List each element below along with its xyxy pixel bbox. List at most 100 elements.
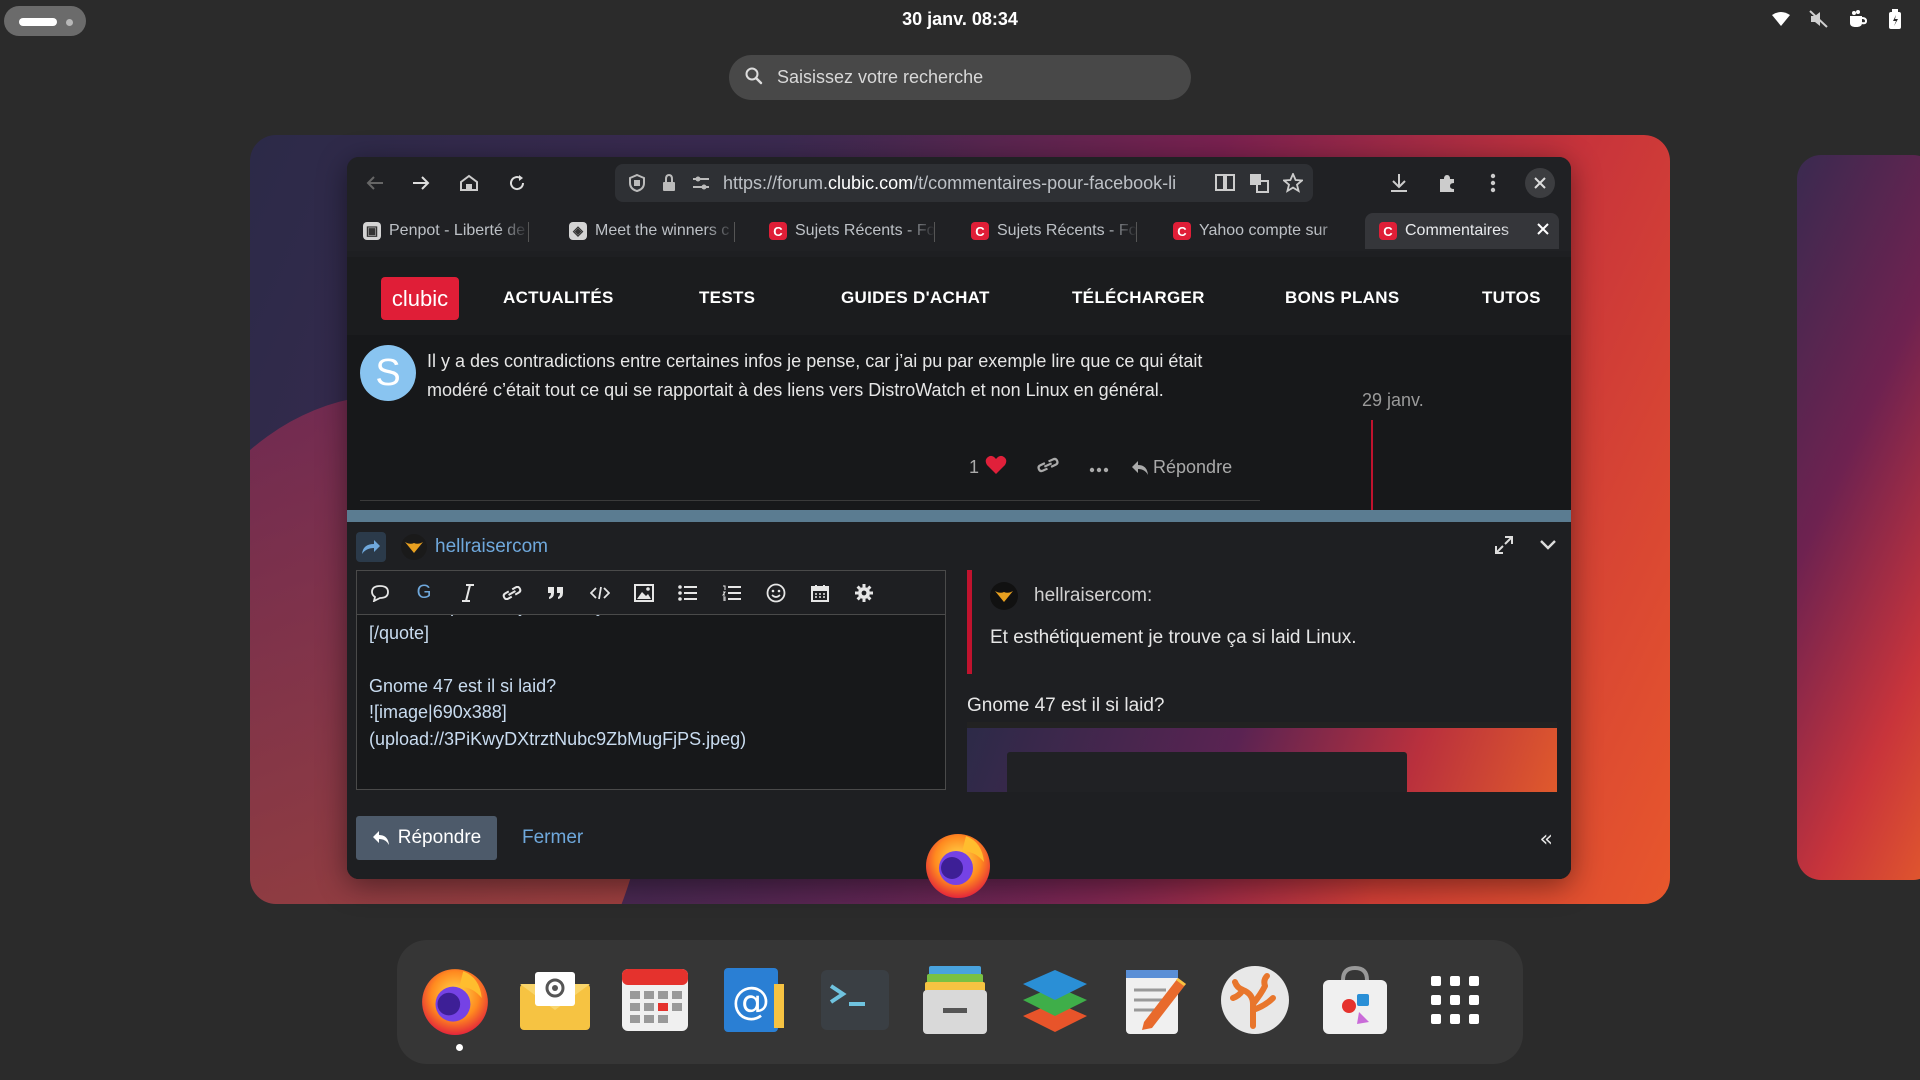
cup-icon[interactable]: [1846, 8, 1868, 30]
search-icon: [745, 67, 763, 89]
post-actions: 1 Répondre: [969, 455, 1232, 480]
clock[interactable]: 30 janv. 08:34: [860, 9, 1060, 30]
coral-app-icon[interactable]: [1217, 962, 1293, 1038]
url-text[interactable]: https://forum.clubic.com/t/commentaires-…: [723, 173, 1203, 194]
preview-pane: hellraisercom: Et esthétiquement je trou…: [967, 570, 1557, 792]
tab-fade: [1107, 213, 1137, 249]
back-icon[interactable]: [363, 171, 387, 195]
tab-fade: [705, 213, 735, 249]
site-settings-icon[interactable]: [691, 173, 711, 193]
quote-text: Et esthétiquement je trouve ça si laid L…: [990, 627, 1357, 648]
text-editor-icon[interactable]: [1117, 962, 1193, 1038]
close-tab-icon[interactable]: [1537, 222, 1549, 240]
tab-commentaires[interactable]: C Commentaires: [1365, 213, 1559, 249]
nav-actualites[interactable]: ACTUALITÉS: [503, 288, 614, 308]
reader-view-icon[interactable]: [1215, 173, 1235, 197]
calendar-icon[interactable]: [617, 962, 693, 1038]
nav-tests[interactable]: TESTS: [699, 288, 755, 308]
software-store-icon[interactable]: [1317, 962, 1393, 1038]
emoji-icon[interactable]: [765, 582, 787, 604]
browser-window[interactable]: https://forum.clubic.com/t/commentaires-…: [347, 157, 1571, 879]
close-composer-button[interactable]: Fermer: [522, 827, 583, 849]
email-client-icon[interactable]: @: [717, 962, 793, 1038]
office-icon[interactable]: [1017, 962, 1093, 1038]
system-tray[interactable]: [1770, 8, 1906, 30]
battery-icon[interactable]: [1884, 8, 1906, 30]
next-workspace-thumbnail[interactable]: [1797, 155, 1920, 880]
numbered-list-icon[interactable]: [721, 582, 743, 604]
speaker-muted-icon[interactable]: [1808, 8, 1830, 30]
extensions-icon[interactable]: [1435, 171, 1459, 195]
composer-controls: [1495, 536, 1557, 558]
terminal-icon[interactable]: [817, 962, 893, 1038]
bullet-list-icon[interactable]: [677, 582, 699, 604]
web-page: clubic ACTUALITÉS TESTS GUIDES D'ACHAT T…: [347, 257, 1571, 879]
editor[interactable]: G Et esthétiquement je trouve ça si laid…: [356, 570, 946, 790]
activities-button[interactable]: [4, 6, 86, 36]
tab-meet-the-winners[interactable]: ◈ Meet the winners c: [569, 213, 735, 249]
preview-text: Gnome 47 est il si laid?: [967, 695, 1165, 716]
speech-bubble-icon[interactable]: [369, 582, 391, 604]
tab-penpot[interactable]: ▣ Penpot - Liberté de: [363, 213, 529, 249]
tab-yahoo[interactable]: C Yahoo compte sur: [1173, 213, 1347, 249]
menu-icon[interactable]: [1481, 171, 1505, 195]
chevron-down-icon[interactable]: [1539, 536, 1557, 558]
quote-icon[interactable]: [545, 582, 567, 604]
italic-icon[interactable]: [457, 582, 479, 604]
collapse-preview-button[interactable]: «: [1540, 827, 1553, 852]
reply-button[interactable]: Répondre: [1131, 457, 1232, 478]
post-date[interactable]: 29 janv.: [1362, 390, 1424, 411]
tab-label: Yahoo compte sur: [1199, 222, 1328, 239]
submit-reply-button[interactable]: Répondre: [356, 816, 497, 860]
files-icon[interactable]: [917, 962, 993, 1038]
composer-resize-handle[interactable]: [347, 510, 1571, 522]
tab-fade: [1501, 213, 1531, 249]
reload-icon[interactable]: [505, 171, 529, 195]
avatar[interactable]: S: [360, 345, 416, 401]
download-icon[interactable]: [1387, 171, 1411, 195]
calendar-icon[interactable]: [809, 582, 831, 604]
link-icon[interactable]: [1037, 457, 1059, 478]
username: hellraisercom: [435, 536, 548, 557]
close-window-icon[interactable]: [1525, 168, 1555, 198]
dock: @: [397, 940, 1523, 1064]
reply-composer: hellraisercom G [/quote] Gnome 47 est il…: [347, 522, 1571, 879]
tab-sujets-recents-2[interactable]: C Sujets Récents - Fo: [971, 213, 1137, 249]
tab-separator: [734, 222, 735, 242]
nav-tutos[interactable]: TUTOS: [1482, 288, 1541, 308]
firefox-icon[interactable]: [417, 962, 493, 1038]
gear-icon[interactable]: [853, 582, 875, 604]
wifi-icon[interactable]: [1770, 8, 1792, 30]
forum-post: S Il y a des contradictions entre certai…: [347, 335, 1571, 515]
expand-icon[interactable]: [1495, 536, 1513, 558]
reply-to-icon[interactable]: [356, 532, 386, 562]
mail-icon[interactable]: [517, 962, 593, 1038]
lock-icon[interactable]: [659, 173, 679, 193]
clubic-logo[interactable]: clubic: [381, 277, 459, 320]
link-icon[interactable]: [501, 582, 523, 604]
overview-search-field[interactable]: Saisissez votre recherche: [729, 55, 1191, 100]
forward-icon[interactable]: [409, 171, 433, 195]
more-icon[interactable]: [1089, 457, 1109, 478]
translate-icon[interactable]: [1249, 173, 1269, 197]
star-icon[interactable]: [1281, 171, 1305, 197]
nav-guides-achat[interactable]: GUIDES D'ACHAT: [841, 288, 990, 308]
code-icon[interactable]: [589, 582, 611, 604]
shield-icon[interactable]: [627, 173, 647, 193]
image-icon[interactable]: [633, 582, 655, 604]
app-grid-icon[interactable]: [1417, 962, 1493, 1038]
editor-text[interactable]: Et esthétiquement je trouve ça si laid L…: [369, 593, 939, 752]
bold-button[interactable]: G: [413, 582, 435, 604]
address-bar[interactable]: https://forum.clubic.com/t/commentaires-…: [615, 164, 1313, 202]
running-app-indicator: [456, 1044, 463, 1051]
nav-bons-plans[interactable]: BONS PLANS: [1285, 288, 1399, 308]
home-icon[interactable]: [457, 171, 481, 195]
reply-icon: [1132, 460, 1149, 475]
tab-sujets-recents-1[interactable]: C Sujets Récents - Fo: [769, 213, 935, 249]
reply-user[interactable]: hellraisercom: [401, 534, 548, 560]
nav-telecharger[interactable]: TÉLÉCHARGER: [1072, 288, 1205, 308]
heart-icon[interactable]: [985, 455, 1007, 480]
top-bar: 30 janv. 08:34: [0, 0, 1920, 40]
site-navigation: clubic ACTUALITÉS TESTS GUIDES D'ACHAT T…: [347, 257, 1571, 335]
post-divider: [360, 500, 1260, 501]
